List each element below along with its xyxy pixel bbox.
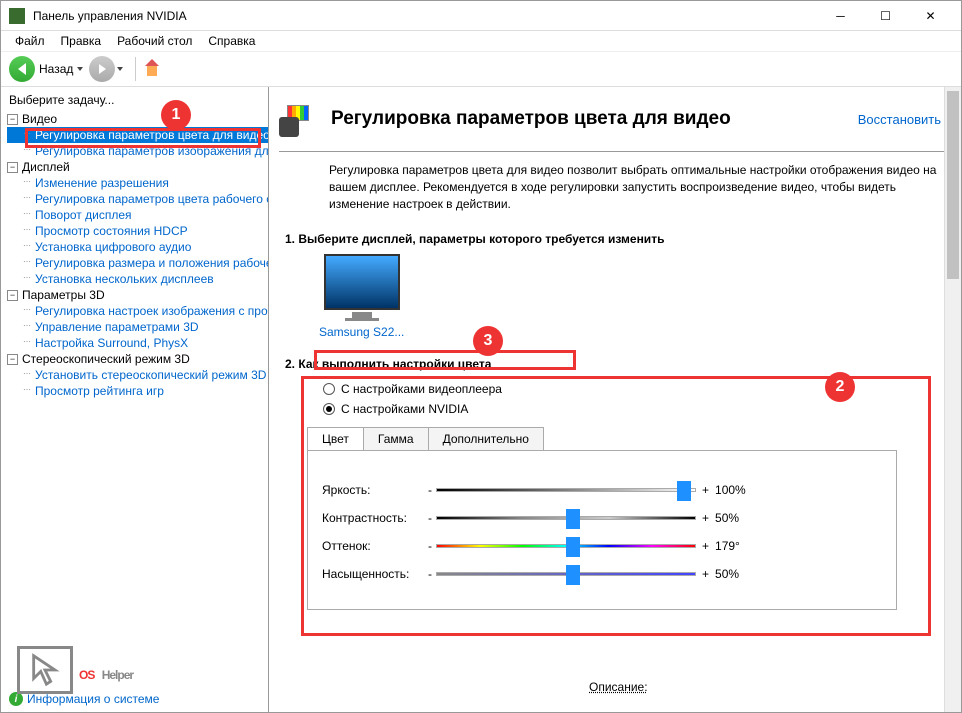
- tree-item[interactable]: Просмотр состояния HDCP: [7, 223, 268, 239]
- home-icon[interactable]: [142, 59, 162, 79]
- menu-desktop[interactable]: Рабочий стол: [109, 32, 200, 50]
- description: Регулировка параметров цвета для видео п…: [279, 162, 959, 226]
- color-panel: Яркость: - +100% Контрастность: - +50% О…: [307, 450, 897, 610]
- tree-display[interactable]: −Дисплей: [7, 159, 268, 175]
- scrollbar[interactable]: [944, 87, 961, 712]
- tab-gamma[interactable]: Гамма: [363, 427, 429, 450]
- saturation-label: Насыщенность:: [322, 567, 424, 581]
- tree-item[interactable]: Просмотр рейтинга игр: [7, 383, 268, 399]
- video-color-icon: [279, 101, 321, 137]
- maximize-button[interactable]: ☐: [863, 2, 908, 30]
- tree-item[interactable]: Регулировка настроек изображения с просм…: [7, 303, 268, 319]
- hue-label: Оттенок:: [322, 539, 424, 553]
- contrast-slider[interactable]: [436, 516, 696, 520]
- tree-video[interactable]: −Видео: [7, 111, 268, 127]
- tree-item[interactable]: Настройка Surround, PhysX: [7, 335, 268, 351]
- menubar: Файл Правка Рабочий стол Справка: [1, 31, 961, 51]
- sidebar-prompt: Выберите задачу...: [7, 91, 268, 111]
- watermark: OS Helper: [17, 646, 133, 694]
- section1-title: 1. Выберите дисплей, параметры которого …: [285, 232, 959, 246]
- tree-3d[interactable]: −Параметры 3D: [7, 287, 268, 303]
- page-title: Регулировка параметров цвета для видео: [331, 108, 858, 130]
- radio-nvidia[interactable]: С настройками NVIDIA: [279, 399, 959, 419]
- tree-item[interactable]: Регулировка размера и положения рабочего…: [7, 255, 268, 271]
- tree-item[interactable]: Установка цифрового аудио: [7, 239, 268, 255]
- hue-slider[interactable]: [436, 544, 696, 548]
- window-title: Панель управления NVIDIA: [33, 9, 818, 23]
- tree-item[interactable]: Изменение разрешения: [7, 175, 268, 191]
- menu-file[interactable]: Файл: [7, 32, 53, 50]
- tree-item[interactable]: Поворот дисплея: [7, 207, 268, 223]
- system-info-link[interactable]: i Информация о системе: [9, 692, 159, 706]
- tree-item[interactable]: Управление параметрами 3D: [7, 319, 268, 335]
- brightness-label: Яркость:: [322, 483, 424, 497]
- tree-item-video-image[interactable]: Регулировка параметров изображения для в…: [7, 143, 268, 159]
- forward-button[interactable]: [89, 56, 123, 82]
- radio-videoplayer[interactable]: С настройками видеоплеера: [279, 379, 959, 399]
- nvidia-icon: [9, 8, 25, 24]
- tree-stereo[interactable]: −Стереоскопический режим 3D: [7, 351, 268, 367]
- brightness-slider[interactable]: [436, 488, 696, 492]
- saturation-slider[interactable]: [436, 572, 696, 576]
- contrast-label: Контрастность:: [322, 511, 424, 525]
- tree-item[interactable]: Регулировка параметров цвета рабочего ст…: [7, 191, 268, 207]
- restore-link[interactable]: Восстановить: [858, 112, 941, 127]
- section2-title: 2. Как выполнить настройки цвета: [285, 357, 959, 371]
- tree-item[interactable]: Установка нескольких дисплеев: [7, 271, 268, 287]
- cursor-icon: [17, 646, 73, 694]
- tab-color[interactable]: Цвет: [307, 427, 364, 450]
- menu-help[interactable]: Справка: [200, 32, 263, 50]
- display-name: Samsung S22...: [319, 325, 404, 339]
- menu-edit[interactable]: Правка: [53, 32, 110, 50]
- sidebar: Выберите задачу... −Видео Регулировка па…: [1, 87, 269, 712]
- close-button[interactable]: ✕: [908, 2, 953, 30]
- display-thumb[interactable]: Samsung S22...: [319, 254, 404, 339]
- tab-extra[interactable]: Дополнительно: [428, 427, 544, 450]
- description-label: Описание:: [589, 680, 648, 694]
- main-panel: Регулировка параметров цвета для видео В…: [269, 87, 961, 712]
- tree-item-video-color[interactable]: Регулировка параметров цвета для видео: [7, 127, 268, 143]
- minimize-button[interactable]: ─: [818, 2, 863, 30]
- tree-item[interactable]: Установить стереоскопический режим 3D: [7, 367, 268, 383]
- info-icon: i: [9, 692, 23, 706]
- back-button[interactable]: Назад: [9, 56, 83, 82]
